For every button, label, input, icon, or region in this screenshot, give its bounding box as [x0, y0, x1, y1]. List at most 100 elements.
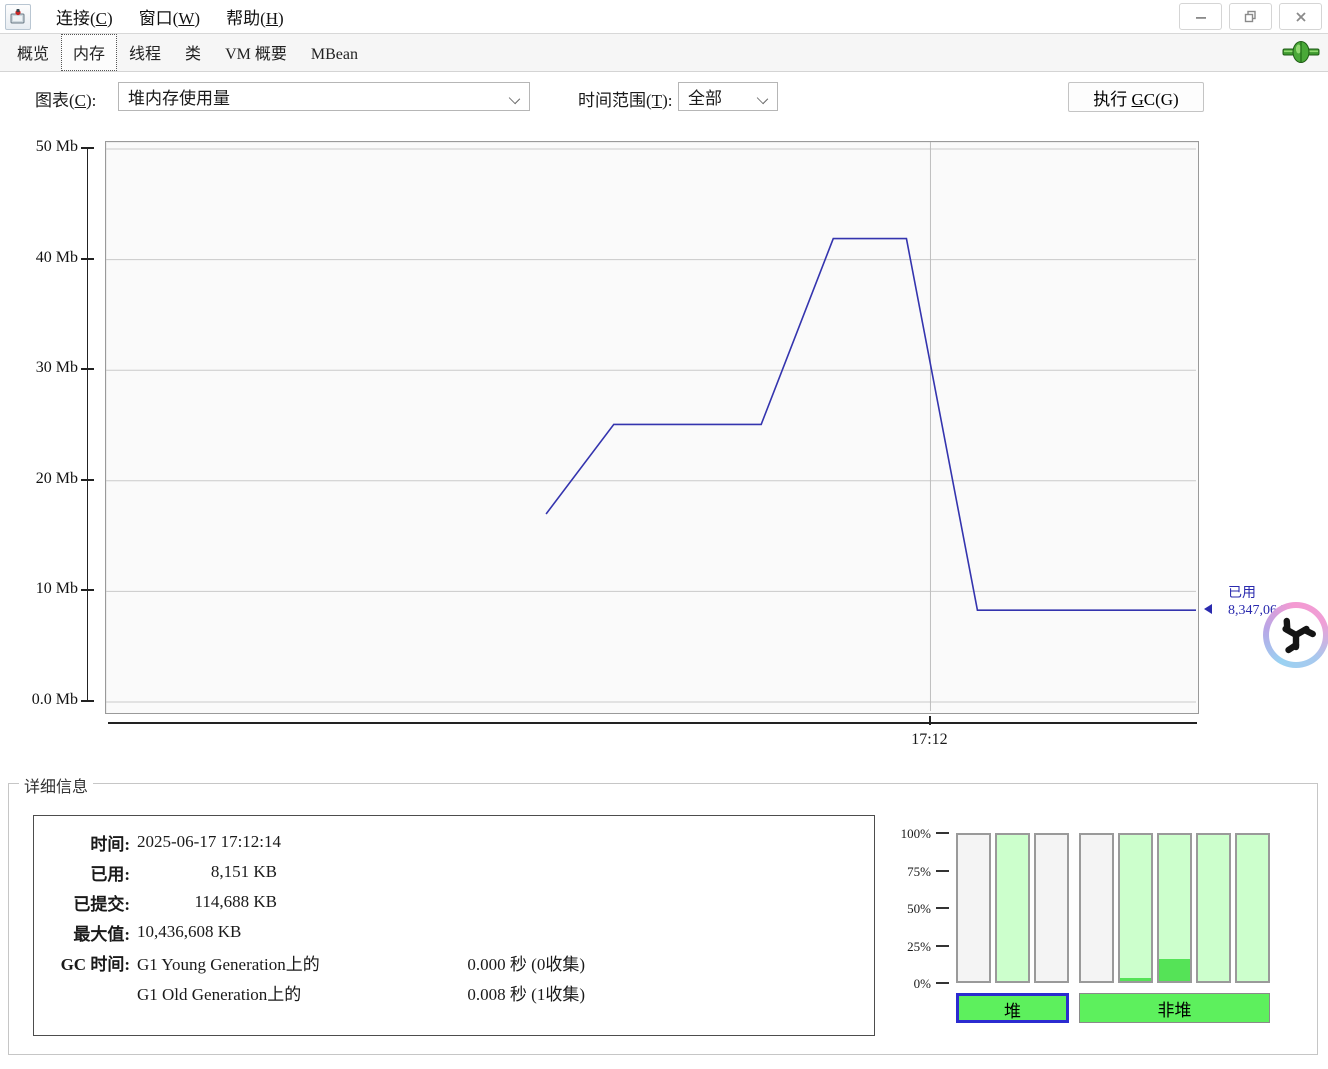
- y-axis-tick-label: 30 Mb: [0, 359, 78, 377]
- details-row-label: 最大值:: [34, 920, 130, 945]
- tabs: 概览内存线程类VM 概要MBean: [5, 34, 370, 71]
- plot-area: [105, 141, 1199, 714]
- percent-tick-label: 100%: [901, 826, 931, 842]
- y-axis-line: [87, 148, 88, 701]
- details-row-value: G1 Old Generation上的: [137, 980, 447, 1005]
- y-axis-tickmark: [81, 147, 94, 149]
- percent-tickmark: [936, 907, 949, 909]
- menu-items: 连接(C)窗口(W)帮助(H): [43, 1, 297, 32]
- time-range-value: 全部: [688, 84, 722, 109]
- connection-status-icon: [1282, 40, 1320, 69]
- memory-pool-bar: [1079, 833, 1114, 983]
- time-range-label: 时间范围(T):: [578, 86, 672, 111]
- close-button[interactable]: [1279, 3, 1322, 30]
- x-axis-line: [108, 722, 1197, 724]
- pool-button-非堆[interactable]: 非堆: [1079, 993, 1270, 1023]
- details-row-value: G1 Young Generation上的: [137, 950, 447, 975]
- restore-icon: [1244, 10, 1257, 23]
- chart-select-label: 图表(C):: [35, 86, 96, 111]
- memory-pool-bar: [1034, 833, 1069, 983]
- memory-pool-bar: [1157, 833, 1192, 983]
- percent-tickmark: [936, 945, 949, 947]
- details-row: G1 Old Generation上的0.008 秒 (1收集): [34, 977, 874, 1007]
- chart-select-combobox[interactable]: 堆内存使用量: [118, 82, 530, 111]
- bar-groups: 堆非堆: [956, 833, 1270, 1023]
- pool-button-堆[interactable]: 堆: [956, 993, 1069, 1023]
- app-icon[interactable]: [5, 4, 31, 30]
- memory-pool-group: 堆: [956, 833, 1069, 1023]
- details-row-value2: 0.000 秒 (0收集): [447, 950, 585, 975]
- y-axis-tickmark: [81, 479, 94, 481]
- tab-类[interactable]: 类: [173, 34, 213, 71]
- y-axis-tick-label: 0.0 Mb: [0, 691, 78, 709]
- tab-VM 概要[interactable]: VM 概要: [213, 34, 299, 71]
- close-icon: [1295, 11, 1307, 23]
- x-axis-tick-label: 17:12: [894, 731, 964, 749]
- menu-bar: 连接(C)窗口(W)帮助(H): [0, 0, 1328, 34]
- percent-tick-label: 0%: [914, 976, 931, 992]
- memory-pool-bars-panel: 100%75%50%25%0%堆非堆: [893, 833, 1270, 1023]
- memory-pool-bars: [956, 833, 1069, 983]
- percent-tickmark: [936, 982, 949, 984]
- memory-pool-bar: [1235, 833, 1270, 983]
- memory-pool-bars: [1079, 833, 1270, 983]
- tab-线程[interactable]: 线程: [117, 34, 173, 71]
- percent-tick-label: 25%: [907, 939, 931, 955]
- perform-gc-button[interactable]: 执行 GC(G): [1068, 82, 1204, 112]
- details-row-value: 2025-06-17 17:12:14: [137, 832, 281, 852]
- minimize-icon: [1195, 11, 1207, 23]
- memory-pool-used-fill: [1120, 978, 1151, 981]
- chevron-down-icon: [509, 93, 520, 104]
- time-range-combobox[interactable]: 全部: [678, 82, 778, 111]
- details-row-label: 已用:: [34, 860, 130, 885]
- y-axis-tick-label: 50 Mb: [0, 138, 78, 156]
- memory-pool-bar: [1118, 833, 1153, 983]
- percent-tick-label: 75%: [907, 864, 931, 880]
- details-row: GC 时间: G1 Young Generation上的0.000 秒 (0收集): [34, 947, 874, 977]
- percent-tick-label: 50%: [907, 901, 931, 917]
- tab-概览[interactable]: 概览: [5, 34, 61, 71]
- series-pointer-icon: [1204, 604, 1212, 614]
- details-groupbox: 详细信息 时间:2025-06-17 17:12:14已用:8,151 KB已提…: [8, 783, 1318, 1055]
- menu-item-c[interactable]: 连接(C): [43, 1, 126, 32]
- menu-item-h[interactable]: 帮助(H): [213, 1, 297, 32]
- percent-tickmark: [936, 832, 949, 834]
- details-row-value: 8,151 KB: [137, 862, 277, 882]
- details-row-label: GC 时间:: [34, 950, 130, 975]
- jconsole-window: 连接(C)窗口(W)帮助(H) 概览内存线程类VM 概要MBean: [0, 0, 1328, 1069]
- restore-button[interactable]: [1229, 3, 1272, 30]
- memory-pool-bar: [956, 833, 991, 983]
- details-row-label: 时间:: [34, 830, 130, 855]
- series-已用: [546, 239, 1196, 611]
- memory-pool-bar: [1196, 833, 1231, 983]
- chart-select-value: 堆内存使用量: [128, 84, 230, 109]
- watermark-logo-icon: [1263, 602, 1328, 668]
- window-controls: [1179, 3, 1322, 30]
- tab-MBean[interactable]: MBean: [299, 40, 370, 71]
- chart-toolbar: 图表(C): 堆内存使用量 时间范围(T): 全部 执行 GC(G): [0, 71, 1328, 131]
- details-group-title: 详细信息: [19, 773, 93, 797]
- bars-percent-scale: 100%75%50%25%0%: [893, 833, 949, 993]
- chevron-down-icon: [757, 93, 768, 104]
- minimize-button[interactable]: [1179, 3, 1222, 30]
- details-row-label: 已提交:: [34, 890, 130, 915]
- details-row: 最大值: 10,436,608 KB: [34, 917, 874, 947]
- details-row: 时间: 2025-06-17 17:12:14: [34, 827, 874, 857]
- x-axis-tickmark: [929, 716, 931, 725]
- jconsole-icon: [9, 8, 27, 26]
- details-row: 已提交: 114,688 KB: [34, 887, 874, 917]
- memory-pool-used-fill: [1159, 959, 1190, 981]
- y-axis-tickmark: [81, 368, 94, 370]
- y-axis-tickmark: [81, 258, 94, 260]
- details-info-box: 时间: 2025-06-17 17:12:14 已用: 8,151 KB 已提交: 114…: [33, 815, 875, 1036]
- details-row-value: 10,436,608 KB: [137, 922, 241, 942]
- percent-tickmark: [936, 870, 949, 872]
- tab-bar: 概览内存线程类VM 概要MBean: [0, 34, 1328, 72]
- details-row-value: 114,688 KB: [137, 892, 277, 912]
- menu-item-w[interactable]: 窗口(W): [126, 1, 213, 32]
- tab-内存[interactable]: 内存: [61, 34, 117, 71]
- y-axis-tick-label: 40 Mb: [0, 249, 78, 267]
- y-axis-tickmark: [81, 589, 94, 591]
- memory-pool-group: 非堆: [1079, 833, 1270, 1023]
- y-axis-tickmark: [81, 700, 94, 702]
